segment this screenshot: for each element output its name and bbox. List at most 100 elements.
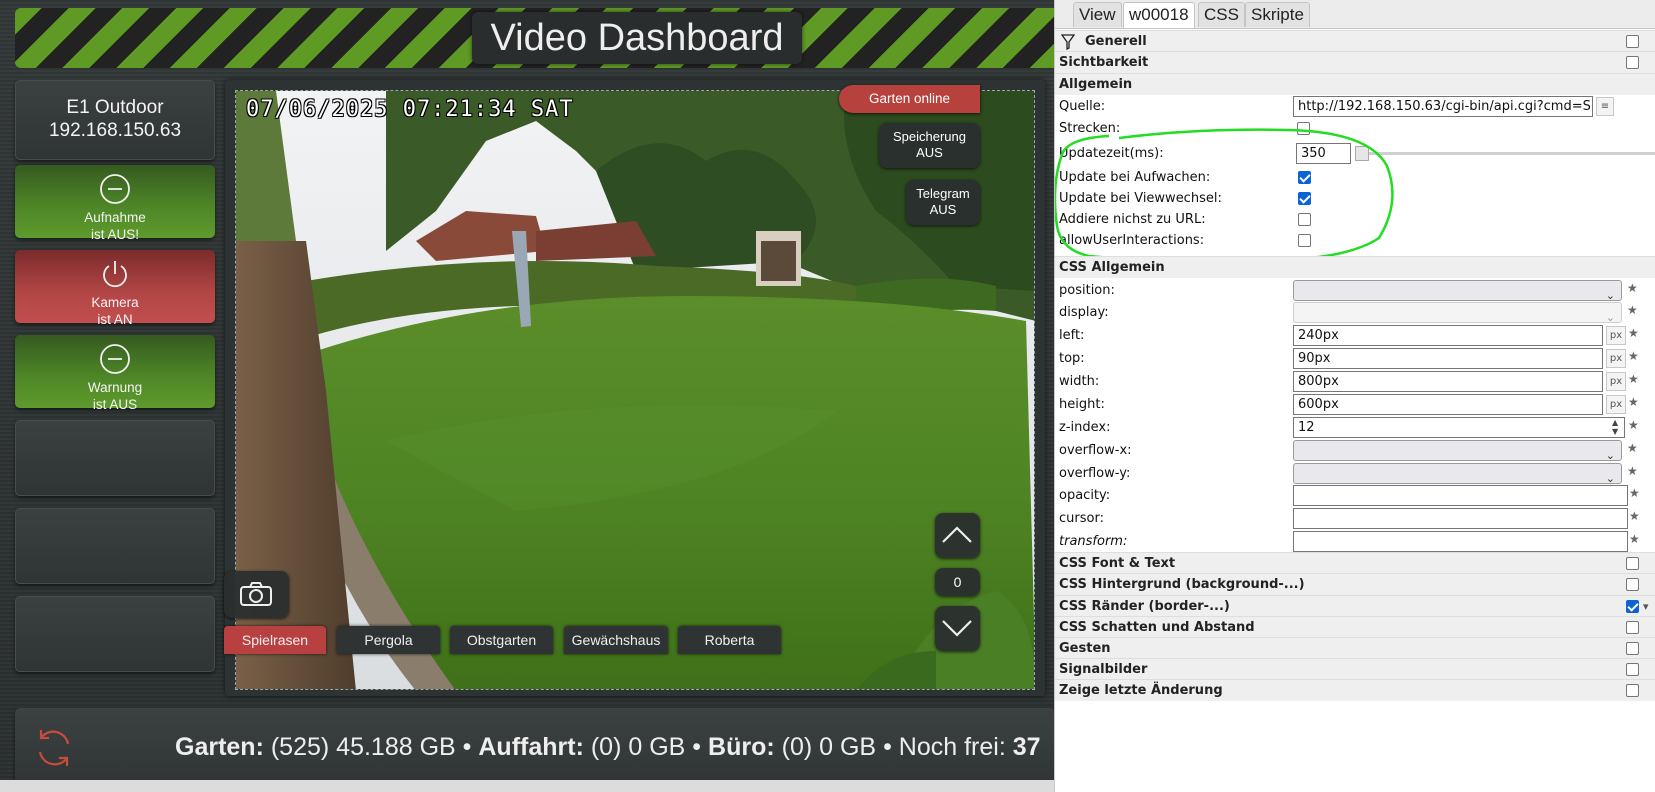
star-icon[interactable]: ★ <box>1627 462 1637 481</box>
browse-icon[interactable]: ≡ <box>1596 97 1614 116</box>
transform-input[interactable] <box>1293 531 1628 552</box>
camera-info-tile: E1 Outdoor 192.168.150.63 <box>15 80 215 160</box>
section-css-border[interactable]: CSS Ränder (border-...) ▾ <box>1055 595 1655 617</box>
display-select[interactable]: ⌄ <box>1293 302 1622 324</box>
tab-widget[interactable]: w00018 <box>1123 2 1195 28</box>
unit-toggle[interactable]: px <box>1606 372 1626 391</box>
section-checkbox[interactable] <box>1626 557 1639 570</box>
section-sichtbarkeit[interactable]: Sichtbarkeit <box>1055 51 1655 73</box>
section-checkbox[interactable] <box>1626 35 1639 48</box>
section-title: Generell <box>1085 34 1147 49</box>
section-checkbox[interactable] <box>1626 600 1639 613</box>
section-checkbox[interactable] <box>1626 56 1639 69</box>
opacity-row: opacity: ★ <box>1055 484 1655 507</box>
section-last-change[interactable]: Zeige letzte Änderung <box>1055 679 1655 701</box>
star-icon[interactable]: ★ <box>1628 370 1638 389</box>
viewwechsel-checkbox[interactable] <box>1298 192 1311 205</box>
star-icon[interactable]: ★ <box>1628 347 1638 366</box>
overflowy-select[interactable]: ⌄ <box>1293 463 1622 485</box>
frei-label: Noch frei: <box>898 733 1006 761</box>
height-input[interactable]: 600px <box>1293 394 1603 415</box>
recording-toggle-tile[interactable]: Aufnahme ist AUS! <box>15 165 215 242</box>
warning-toggle-tile[interactable]: Warnung ist AUS <box>15 335 215 412</box>
scroll-up-button[interactable] <box>935 513 980 558</box>
section-gesten[interactable]: Gesten <box>1055 637 1655 659</box>
transform-label: transform: <box>1059 534 1128 549</box>
tab-roberta[interactable]: Roberta <box>678 626 781 654</box>
overflowx-label: overflow-x: <box>1059 443 1132 458</box>
storage-toggle-button[interactable]: Speicherung AUS <box>879 123 980 168</box>
widget-inspector: View w00018 CSS Skripte Generell Sichtba… <box>1054 0 1655 792</box>
section-checkbox[interactable] <box>1626 642 1639 655</box>
updatezeit-input[interactable]: 350 <box>1296 143 1351 164</box>
star-icon[interactable]: ★ <box>1628 393 1638 412</box>
section-css-allgemein[interactable]: CSS Allgemein <box>1055 256 1655 278</box>
section-generell[interactable]: Generell <box>1055 30 1655 52</box>
tab-skripte[interactable]: Skripte <box>1245 2 1310 27</box>
strecken-checkbox[interactable] <box>1297 122 1310 135</box>
section-css-background[interactable]: CSS Hintergrund (background-...) <box>1055 573 1655 595</box>
section-checkbox[interactable] <box>1626 663 1639 676</box>
updatezeit-slider-handle[interactable] <box>1355 146 1369 161</box>
display-row: display: ⌄ ★ <box>1055 301 1655 324</box>
section-checkbox[interactable] <box>1626 621 1639 634</box>
section-checkbox[interactable] <box>1626 684 1639 697</box>
top-input[interactable]: 90px <box>1293 348 1603 369</box>
horizontal-scrollbar[interactable] <box>0 780 1054 792</box>
unit-toggle[interactable]: px <box>1606 395 1626 414</box>
section-checkbox[interactable] <box>1626 578 1639 591</box>
allow-interactions-checkbox[interactable] <box>1298 234 1311 247</box>
overflowx-select[interactable]: ⌄ <box>1293 440 1622 462</box>
width-input[interactable]: 800px <box>1293 371 1603 392</box>
zindex-input[interactable]: 12 <box>1293 417 1625 438</box>
display-label: display: <box>1059 305 1109 320</box>
position-select[interactable]: ⌄ <box>1293 280 1622 302</box>
section-allgemein[interactable]: Allgemein <box>1055 73 1655 95</box>
tab-gewaechshaus[interactable]: Gewächshaus <box>564 626 668 654</box>
unit-toggle[interactable]: px <box>1606 349 1626 368</box>
star-icon[interactable]: ★ <box>1629 530 1639 549</box>
allow-interactions-row: allowUserInteractions: <box>1055 229 1655 252</box>
strecken-label: Strecken: <box>1059 121 1121 136</box>
scroll-down-button[interactable] <box>935 606 980 651</box>
addiere-checkbox[interactable] <box>1298 213 1311 226</box>
inspector-tabs: View w00018 CSS Skripte <box>1055 0 1655 29</box>
section-title: Signalbilder <box>1059 662 1148 677</box>
frei-value: 37 <box>1012 733 1041 761</box>
star-icon[interactable]: ★ <box>1627 279 1637 298</box>
quelle-input[interactable]: http://192.168.150.63/cgi-bin/api.cgi?cm… <box>1293 96 1593 117</box>
storage-footer: Garten: (525) 45.188 GB • Auffahrt: (0) … <box>15 708 1054 788</box>
camera-power-tile[interactable]: Kamera ist AN <box>15 250 215 327</box>
opacity-input[interactable] <box>1293 485 1628 506</box>
star-icon[interactable]: ★ <box>1629 484 1639 503</box>
height-row: height: 600px px ★ <box>1055 393 1655 416</box>
section-signalbilder[interactable]: Signalbilder <box>1055 658 1655 680</box>
tab-obstgarten[interactable]: Obstgarten <box>450 626 553 654</box>
tab-spielrasen[interactable]: Spielrasen <box>224 626 326 654</box>
star-icon[interactable]: ★ <box>1628 324 1638 343</box>
refresh-icon[interactable] <box>32 726 76 770</box>
tab-css[interactable]: CSS <box>1198 2 1245 27</box>
camera-ip: 192.168.150.63 <box>48 120 182 141</box>
unit-toggle[interactable]: px <box>1606 326 1626 345</box>
star-icon[interactable]: ★ <box>1627 301 1637 320</box>
section-css-font[interactable]: CSS Font & Text <box>1055 552 1655 574</box>
star-icon[interactable]: ★ <box>1628 416 1638 435</box>
aufwachen-checkbox[interactable] <box>1298 171 1311 184</box>
filter-icon[interactable] <box>1061 34 1075 50</box>
section-css-shadow[interactable]: CSS Schatten und Abstand <box>1055 616 1655 638</box>
transform-row: transform: ★ <box>1055 530 1655 553</box>
star-icon[interactable]: ★ <box>1629 507 1639 526</box>
tab-view[interactable]: View <box>1073 2 1122 27</box>
chevron-down-icon[interactable]: ▾ <box>1643 596 1649 617</box>
updatezeit-slider-track[interactable] <box>1355 152 1655 155</box>
star-icon[interactable]: ★ <box>1627 439 1637 458</box>
tab-pergola[interactable]: Pergola <box>337 626 440 654</box>
telegram-toggle-button[interactable]: Telegram AUS <box>906 180 980 225</box>
left-input[interactable]: 240px <box>1293 325 1603 346</box>
cursor-input[interactable] <box>1293 508 1628 529</box>
section-title: Allgemein <box>1059 77 1133 92</box>
zindex-label: z-index: <box>1059 420 1111 435</box>
spinner-icon[interactable]: ▲ ▼ <box>1612 418 1618 436</box>
snapshot-button[interactable] <box>224 571 289 618</box>
